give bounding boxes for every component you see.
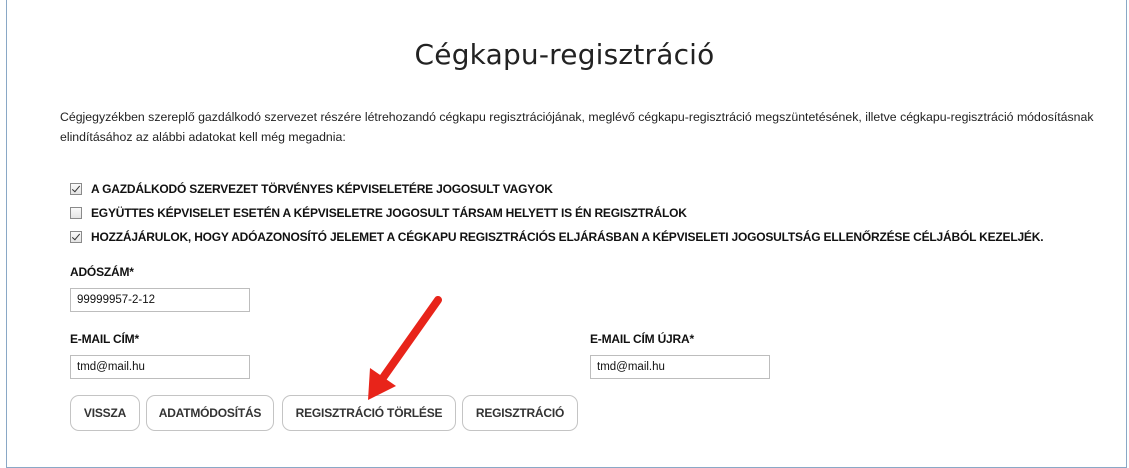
checkbox-tax-id-consent[interactable] (70, 231, 82, 243)
email-again-input[interactable] (590, 355, 770, 379)
delete-registration-button[interactable]: REGISZTRÁCIÓ TÖRLÉSE (282, 395, 456, 431)
checkbox-label: Együttes képviselet esetén a képviseletr… (91, 206, 687, 220)
tax-number-label: ADÓSZÁM* (70, 265, 134, 279)
checkbox-joint-representation[interactable] (70, 207, 82, 219)
back-button[interactable]: VISSZA (70, 395, 140, 431)
tax-number-input[interactable] (70, 288, 250, 312)
checkbox-legal-representative[interactable] (70, 183, 82, 195)
email-again-label: E-MAIL CÍM ÚJRA* (590, 332, 694, 346)
data-modify-button[interactable]: ADATMÓDOSÍTÁS (146, 395, 274, 431)
email-label: E-MAIL CÍM* (70, 332, 139, 346)
intro-text: Cégjegyzékben szereplő gazdálkodó szerve… (60, 110, 1094, 144)
checkbox-row-legal-representative[interactable]: A gazdálkodó szervezet törvényes képvise… (70, 180, 553, 198)
checkbox-row-tax-id-consent[interactable]: Hozzájárulok, hogy adóazonosító jelemet … (70, 228, 1044, 246)
checkbox-label: Hozzájárulok, hogy adóazonosító jelemet … (91, 230, 1044, 244)
email-input[interactable] (70, 355, 250, 379)
register-button[interactable]: REGISZTRÁCIÓ (462, 395, 578, 431)
page-title: Cégkapu-regisztráció (414, 38, 715, 71)
checkbox-label: A gazdálkodó szervezet törvényes képvise… (91, 182, 553, 196)
checkbox-row-joint-representation[interactable]: Együttes képviselet esetén a képviseletr… (70, 204, 687, 222)
